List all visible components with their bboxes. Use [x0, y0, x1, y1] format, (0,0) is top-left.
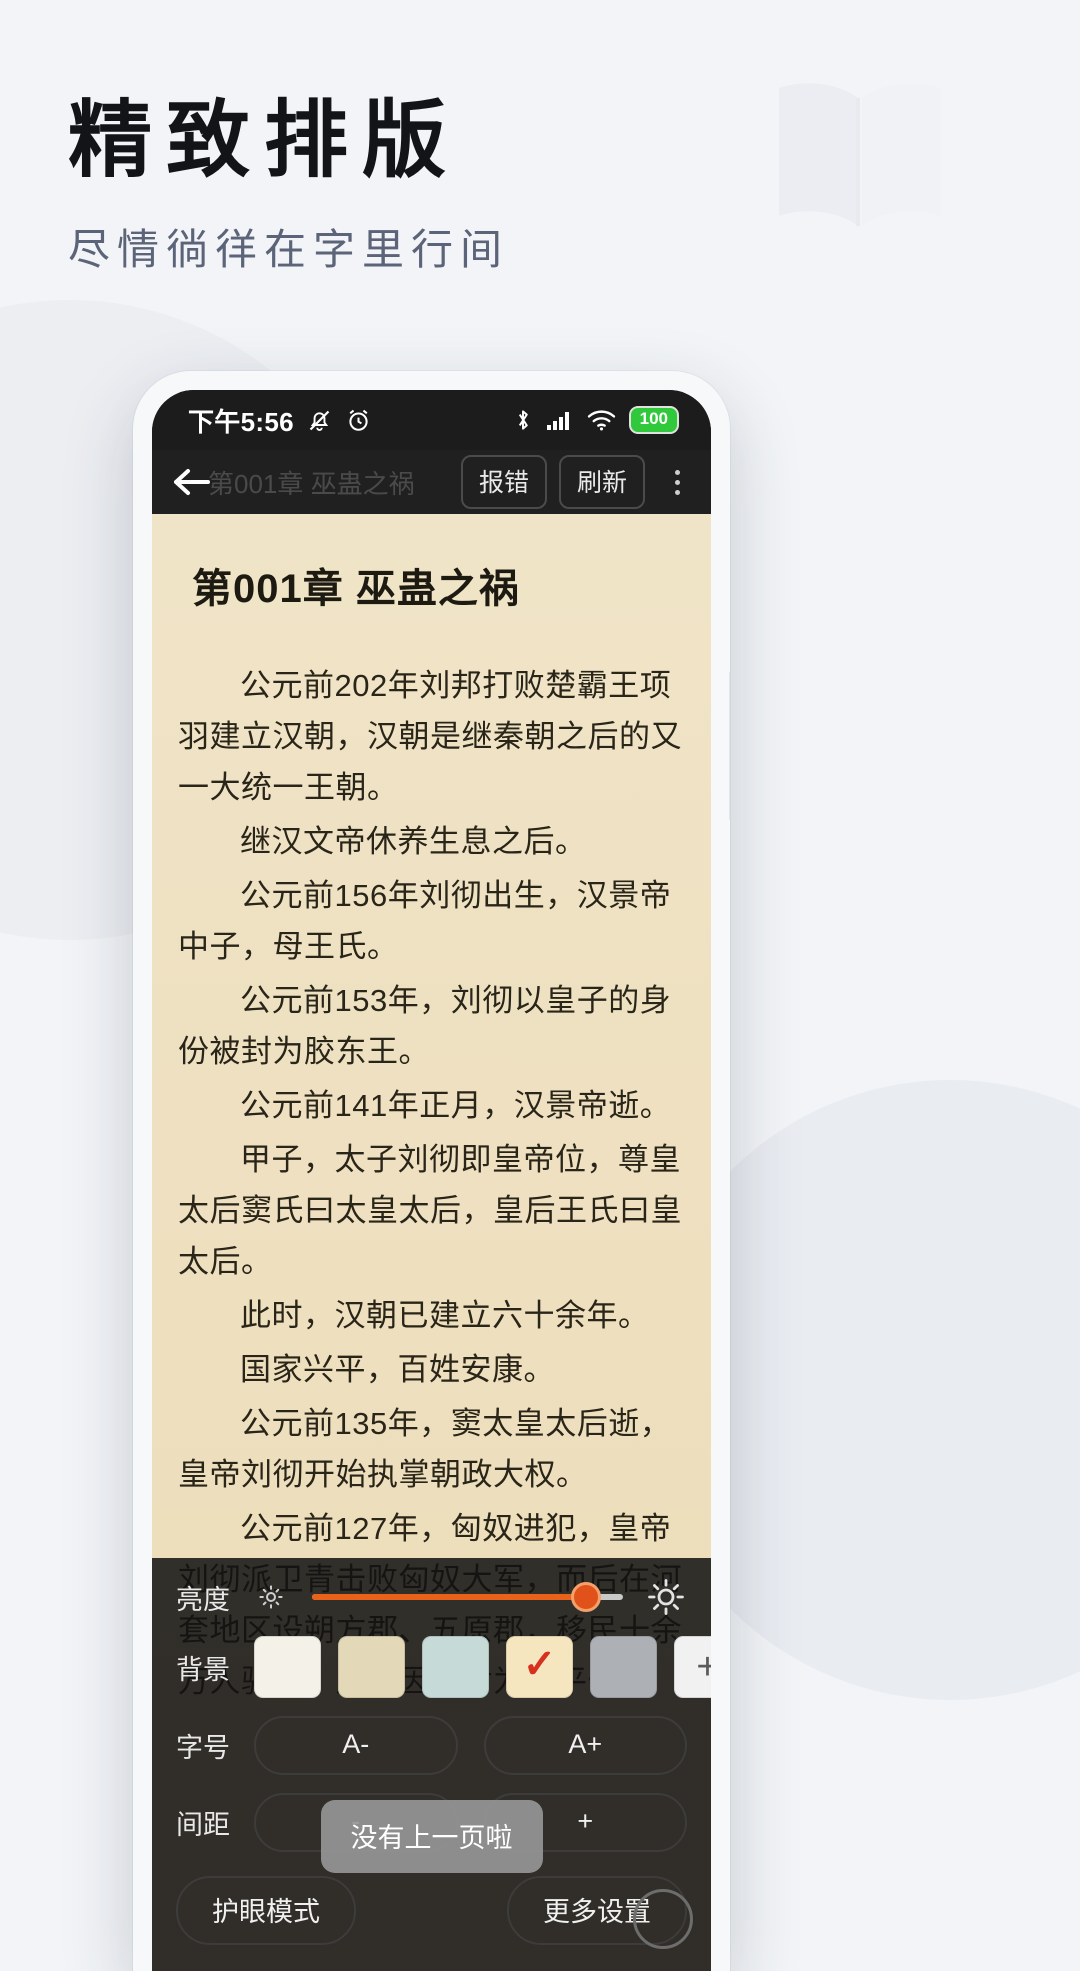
add-background-button[interactable]: +: [674, 1636, 711, 1698]
paragraph: 此时，汉朝已建立六十余年。: [240, 1298, 650, 1333]
brightness-row: 亮度: [176, 1576, 687, 1618]
cellular-signal-icon: [546, 412, 569, 430]
phone-screen: 下午5:56 100 第001章 巫蛊之祸 报错 刷新 第001章 巫蛊之祸 公…: [152, 390, 711, 1971]
status-bar-right: 100: [513, 406, 679, 434]
font-size-decrease-button[interactable]: A-: [254, 1716, 458, 1775]
page-title: 精致排版: [68, 95, 461, 188]
paragraph: 继汉文帝休养生息之后。: [240, 824, 587, 859]
swatch-beige[interactable]: [338, 1636, 405, 1698]
paragraph: 公元前153年，刘彻以皇子的身份被封为胶东王。: [178, 983, 672, 1069]
battery-indicator: 100: [628, 406, 679, 434]
font-size-row: 字号 A- A+: [176, 1716, 687, 1775]
bluetooth-icon: [518, 410, 528, 430]
font-size-controls: A- A+: [254, 1716, 687, 1775]
settings-bottom-row: 护眼模式 更多设置 没有上一页啦: [176, 1800, 693, 1949]
brightness-slider-fill: [312, 1594, 586, 1600]
eye-protection-button[interactable]: 护眼模式: [176, 1876, 356, 1945]
phone-mockup: 下午5:56 100 第001章 巫蛊之祸 报错 刷新 第001章 巫蛊之祸 公…: [133, 371, 730, 1971]
paragraph: 国家兴平，百姓安康。: [240, 1352, 555, 1387]
refresh-button[interactable]: 刷新: [558, 455, 645, 509]
brightness-label: 亮度: [176, 1584, 230, 1615]
status-bar-left: 下午5:56: [188, 402, 372, 439]
background-swatches: +: [254, 1636, 711, 1698]
chapter-heading: 第001章 巫蛊之祸: [192, 567, 520, 611]
line-spacing-label: 间距: [176, 1810, 230, 1840]
phone-side-button[interactable]: [729, 671, 730, 821]
brightness-slider-knob[interactable]: [570, 1582, 601, 1612]
report-error-button[interactable]: 报错: [460, 455, 547, 509]
font-size-increase-button[interactable]: A+: [483, 1716, 687, 1775]
open-book-icon: [779, 83, 941, 226]
brightness-slider[interactable]: [312, 1582, 623, 1612]
paragraph: 公元前202年刘邦打败楚霸王项羽建立汉朝，汉朝是继秦朝之后的又一大统一王朝。: [178, 668, 682, 805]
background-label: 背景: [176, 1654, 230, 1685]
paragraph: 甲子，太子刘彻即皇帝位，尊皇太后窦氏曰太皇太后，皇后王氏曰皇太后。: [178, 1142, 682, 1279]
paragraph: 公元前156年刘彻出生，汉景帝中子，母王氏。: [178, 878, 672, 964]
reader-settings-panel: 亮度 背景 ✓ + 字号 A- A+ 间距 + 护眼模式 更多设置 没有上一页啦: [152, 1558, 711, 1971]
status-bar: 下午5:56 100: [152, 390, 711, 450]
sun-small-icon: [259, 1585, 283, 1609]
chapter-title-toolbar: 第001章 巫蛊之祸: [208, 468, 415, 499]
alarm-clock-icon: [349, 409, 368, 431]
swatch-cream[interactable]: [506, 1636, 573, 1698]
paragraph: 公元前141年正月，汉景帝逝。: [240, 1088, 672, 1123]
page-subtitle: 尽情徜徉在字里行间: [68, 228, 510, 275]
wifi-icon: [587, 410, 615, 431]
reader-content[interactable]: 第001章 巫蛊之祸 公元前202年刘邦打败楚霸王项羽建立汉朝，汉朝是继秦朝之后…: [152, 514, 711, 1971]
circle-fab-icon[interactable]: [633, 1889, 693, 1949]
background-row: 背景 +: [176, 1636, 711, 1698]
more-vertical-icon[interactable]: [657, 469, 697, 495]
swatch-gray[interactable]: [590, 1636, 657, 1698]
app-toolbar: 第001章 巫蛊之祸 报错 刷新: [152, 450, 711, 514]
sun-large-icon: [648, 1579, 684, 1615]
toast-message: 没有上一页啦: [320, 1800, 543, 1873]
swatch-white[interactable]: [254, 1636, 321, 1698]
status-time: 下午5:56: [188, 406, 294, 437]
font-size-label: 字号: [176, 1733, 230, 1763]
paragraph: 公元前135年，窦太皇太后逝，皇帝刘彻开始执掌朝政大权。: [178, 1406, 672, 1492]
promo-block: 精致排版 尽情徜徉在字里行间: [68, 95, 510, 277]
swatch-mint[interactable]: [422, 1636, 489, 1698]
mute-bell-icon: [309, 410, 330, 431]
